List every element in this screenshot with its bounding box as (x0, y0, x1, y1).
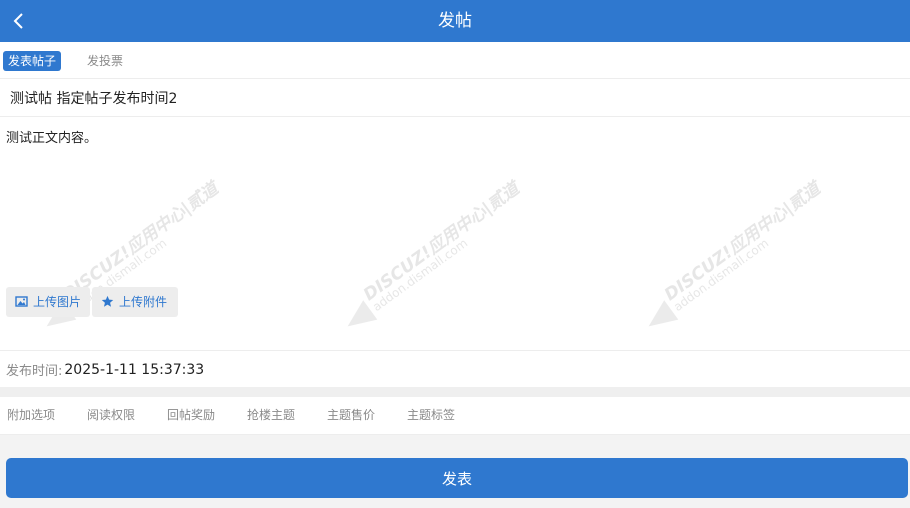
option-extra[interactable]: 附加选项 (7, 397, 55, 434)
submit-button[interactable]: 发表 (6, 458, 908, 498)
publish-time-value[interactable]: 2025-1-11 15:37:33 (64, 362, 204, 378)
upload-attachment-label: 上传附件 (119, 295, 168, 309)
star-icon (101, 295, 115, 309)
option-reply-reward[interactable]: 回帖奖励 (167, 397, 215, 434)
option-read-permission[interactable]: 阅读权限 (87, 397, 135, 434)
subject-input[interactable] (10, 80, 890, 116)
page-title: 发帖 (438, 11, 472, 31)
subject-row (0, 80, 910, 117)
app-header: 发帖 (0, 0, 910, 42)
content-textarea[interactable] (6, 127, 896, 277)
tab-post-poll[interactable]: 发投票 (82, 51, 128, 71)
option-thread-price[interactable]: 主题售价 (327, 397, 375, 434)
post-type-tabs: 发表帖子 发投票 (0, 44, 910, 79)
option-floor-thread[interactable]: 抢楼主题 (247, 397, 295, 434)
extra-options-bar: 附加选项 阅读权限 回帖奖励 抢楼主题 主题售价 主题标签 (0, 397, 910, 435)
publish-time-label: 发布时间: (6, 364, 63, 379)
image-icon (15, 295, 29, 309)
option-thread-tags[interactable]: 主题标签 (407, 397, 455, 434)
publish-time-row: 发布时间: 2025-1-11 15:37:33 (0, 350, 910, 388)
upload-image-button[interactable]: 上传图片 (6, 287, 90, 317)
tab-post-thread[interactable]: 发表帖子 (3, 51, 62, 71)
upload-image-label: 上传图片 (33, 295, 82, 309)
upload-attachment-button[interactable]: 上传附件 (92, 287, 178, 317)
section-divider (0, 387, 910, 397)
